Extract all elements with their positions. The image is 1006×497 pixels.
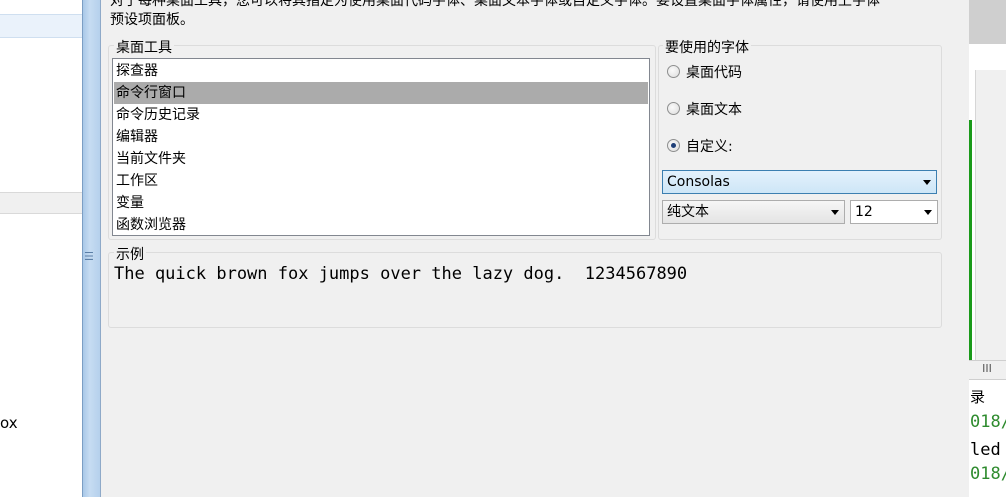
- background-text: ox: [0, 414, 18, 432]
- list-item-selected[interactable]: 命令行窗口: [114, 82, 648, 104]
- list-item[interactable]: 工作区: [114, 170, 648, 192]
- list-item[interactable]: 当前文件夹: [114, 148, 648, 170]
- list-item[interactable]: 函数浏览器: [114, 214, 648, 236]
- background-header: [968, 0, 1006, 44]
- radio-desktop-text[interactable]: [667, 102, 680, 115]
- chevron-down-icon: [923, 180, 931, 185]
- font-style-value: 纯文本: [667, 204, 709, 220]
- sample-text: The quick brown fox jumps over the lazy …: [114, 264, 688, 284]
- font-size-value: 12: [855, 204, 873, 220]
- desktop-tools-group-label: 桌面工具: [114, 37, 174, 57]
- radio-desktop-code[interactable]: [667, 65, 680, 78]
- font-group-label: 要使用的字体: [663, 37, 751, 57]
- font-size-dropdown[interactable]: 12: [850, 200, 938, 224]
- background-row: [0, 14, 82, 38]
- splitter-grip-icon[interactable]: ☰: [84, 250, 94, 263]
- radio-desktop-code-label[interactable]: 桌面代码: [686, 62, 742, 82]
- list-item[interactable]: 命令历史记录: [114, 104, 648, 126]
- background-scrollbar[interactable]: [975, 70, 1006, 360]
- desktop-tools-list[interactable]: 探查器 命令行窗口 命令历史记录 编辑器 当前文件夹 工作区 变量 函数浏览器: [112, 58, 650, 236]
- chevron-down-icon: [924, 210, 932, 215]
- background-log-line: 018/: [970, 412, 1006, 432]
- background-log-line: led: [970, 440, 1001, 460]
- radio-desktop-text-label[interactable]: 桌面文本: [686, 99, 742, 119]
- font-style-dropdown[interactable]: 纯文本: [662, 200, 845, 224]
- list-item[interactable]: 探查器: [114, 60, 648, 82]
- window-frame[interactable]: [82, 0, 100, 497]
- sample-group-label: 示例: [114, 244, 146, 264]
- background-hscroll[interactable]: III: [968, 360, 1006, 380]
- background-log-line: 018/: [970, 464, 1006, 484]
- radio-custom[interactable]: [667, 139, 680, 152]
- list-item[interactable]: 变量: [114, 192, 648, 214]
- description-line-2: 预设项面板。: [110, 12, 194, 28]
- list-item[interactable]: 编辑器: [114, 126, 648, 148]
- font-name-dropdown[interactable]: Consolas: [662, 170, 937, 194]
- radio-custom-label[interactable]: 自定义:: [686, 136, 733, 156]
- chevron-down-icon: [831, 210, 839, 215]
- description-line-1: 对于每种桌面工具，您可以将其指定为使用桌面代码字体、桌面文本字体或自定义字体。要…: [110, 0, 880, 9]
- font-name-value: Consolas: [667, 174, 730, 190]
- background-row: [0, 192, 82, 214]
- background-label: 录: [970, 388, 986, 406]
